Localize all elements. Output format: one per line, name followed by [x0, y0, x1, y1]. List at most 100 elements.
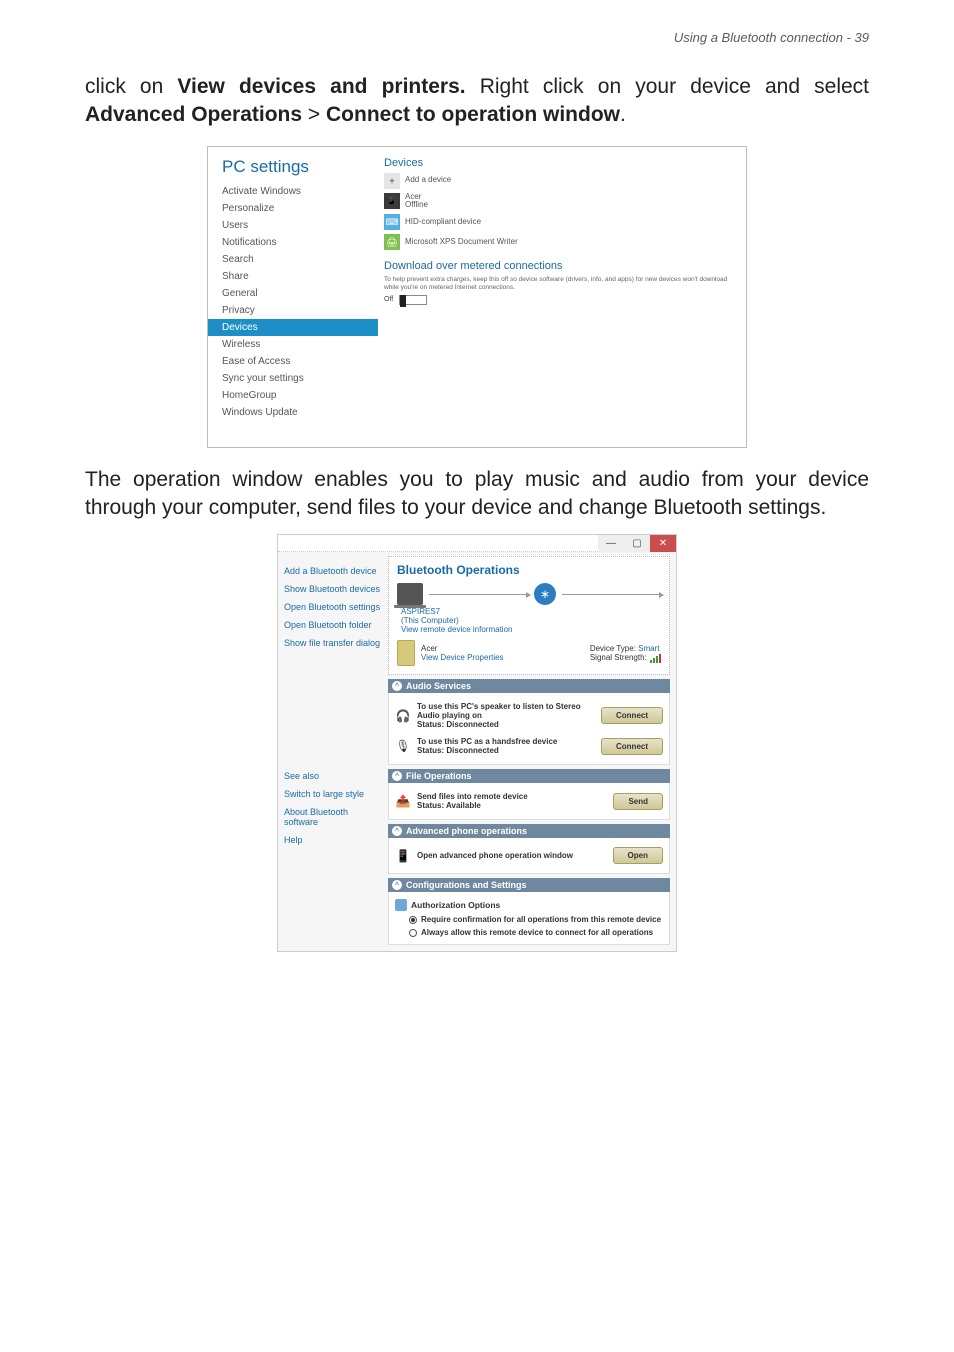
sidebar-item-windows-update[interactable]: Windows Update	[222, 404, 378, 421]
screenshot-bluetooth-operations: — ▢ ✕ Add a Bluetooth device Show Blueto…	[85, 534, 869, 952]
close-button[interactable]: ✕	[650, 535, 676, 552]
connect-stereo-button[interactable]: Connect	[601, 707, 663, 724]
plus-icon: +	[384, 173, 400, 189]
remote-device-detail: Acer View Device Properties Device Type:…	[397, 640, 661, 666]
link-open-bluetooth-folder[interactable]: Open Bluetooth folder	[284, 616, 382, 634]
chevron-up-icon: ^	[392, 826, 402, 836]
remote-phone-icon	[397, 640, 415, 666]
link-add-bluetooth-device[interactable]: Add a Bluetooth device	[284, 562, 382, 580]
device-acer-text: Acer Offline	[405, 193, 428, 211]
open-phone-window-text: Open advanced phone operation window	[417, 851, 573, 860]
connection-diagram: ∗	[397, 583, 661, 605]
signal-strength-icon	[649, 654, 661, 663]
see-also-label: See also	[284, 767, 382, 785]
audio-services-header[interactable]: ^Audio Services	[388, 679, 670, 693]
p1-mid: Right click on your device and select	[466, 75, 869, 98]
sidebar-item-devices[interactable]: Devices	[208, 319, 378, 336]
devices-section-title: Devices	[384, 157, 732, 169]
paragraph-1: click on View devices and printers. Righ…	[85, 73, 869, 130]
send-files-status: Status: Available	[417, 801, 607, 810]
configurations-title: Configurations and Settings	[406, 880, 527, 890]
metered-toggle-row: Off	[384, 295, 732, 305]
open-button[interactable]: Open	[613, 847, 663, 864]
open-phone-window-row: 📱 Open advanced phone operation window O…	[395, 843, 663, 868]
handsfree-status: Status: Disconnected	[417, 746, 595, 755]
advanced-phone-section: ^Advanced phone operations 📱 Open advanc…	[388, 824, 670, 874]
authorization-options-row: Authorization Options	[395, 897, 663, 913]
audio-services-section: ^Audio Services 🎧 To use this PC's speak…	[388, 679, 670, 765]
bluetooth-icon: ∗	[534, 583, 556, 605]
auth-option-require-label: Require confirmation for all operations …	[421, 915, 661, 924]
handsfree-row: 🎙 To use this PC as a handsfree device S…	[395, 733, 663, 759]
stereo-audio-status: Status: Disconnected	[417, 720, 595, 729]
phone-icon: 📱	[384, 193, 400, 209]
link-show-bluetooth-devices[interactable]: Show Bluetooth devices	[284, 580, 382, 598]
sidebar-item-privacy[interactable]: Privacy	[222, 302, 378, 319]
sidebar-item-notifications[interactable]: Notifications	[222, 234, 378, 251]
toggle-label: Off	[384, 296, 393, 303]
chevron-up-icon: ^	[392, 880, 402, 890]
link-help[interactable]: Help	[284, 831, 382, 849]
stereo-audio-row: 🎧 To use this PC's speaker to listen to …	[395, 698, 663, 733]
advanced-phone-header[interactable]: ^Advanced phone operations	[388, 824, 670, 838]
pc-settings-window: PC settings Activate Windows Personalize…	[207, 146, 747, 448]
configurations-header[interactable]: ^ Configurations and Settings	[388, 878, 670, 892]
headphone-icon: 🎧	[395, 708, 411, 724]
bt-left-nav: Add a Bluetooth device Show Bluetooth de…	[278, 552, 388, 951]
headset-icon: 🎙	[395, 738, 411, 754]
link-switch-to-large-style[interactable]: Switch to large style	[284, 785, 382, 803]
chevron-up-icon: ^	[392, 681, 402, 691]
page-header: Using a Bluetooth connection - 39	[85, 30, 869, 45]
sidebar-item-wireless[interactable]: Wireless	[222, 336, 378, 353]
device-hid-row[interactable]: ⌨ HID-compliant device	[384, 214, 732, 230]
link-open-bluetooth-settings[interactable]: Open Bluetooth settings	[284, 598, 382, 616]
sidebar-item-share[interactable]: Share	[222, 268, 378, 285]
send-files-row: 📤 Send files into remote device Status: …	[395, 788, 663, 814]
auth-option-always-label: Always allow this remote device to conne…	[421, 928, 653, 937]
authorization-options-title: Authorization Options	[411, 900, 500, 910]
radio-require-confirmation[interactable]	[409, 916, 417, 924]
send-file-icon: 📤	[395, 793, 411, 809]
sidebar-item-personalize[interactable]: Personalize	[222, 200, 378, 217]
file-operations-title: File Operations	[406, 771, 472, 781]
auth-option-always-row[interactable]: Always allow this remote device to conne…	[395, 926, 663, 939]
sidebar-item-sync-your-settings[interactable]: Sync your settings	[222, 370, 378, 387]
sidebar-item-search[interactable]: Search	[222, 251, 378, 268]
device-xps-text: Microsoft XPS Document Writer	[405, 238, 518, 247]
metered-toggle[interactable]	[399, 295, 427, 305]
device-xps-row[interactable]: 🖨 Microsoft XPS Document Writer	[384, 234, 732, 250]
add-device-label: Add a device	[405, 176, 451, 185]
p1-bold2: Advanced Operations	[85, 103, 302, 126]
link-about-bluetooth-software[interactable]: About Bluetooth software	[284, 803, 382, 831]
device-type-value: Smart	[638, 644, 659, 653]
add-device-row[interactable]: + Add a device	[384, 173, 732, 189]
remote-info-link[interactable]: View remote device information	[401, 625, 661, 634]
computer-sub: (This Computer)	[401, 616, 661, 625]
maximize-button[interactable]: ▢	[624, 535, 650, 552]
device-type-label: Device Type:	[590, 644, 636, 653]
link-show-file-transfer-dialog[interactable]: Show file transfer dialog	[284, 634, 382, 652]
sidebar-item-homegroup[interactable]: HomeGroup	[222, 387, 378, 404]
signal-strength-label: Signal Strength:	[590, 653, 647, 662]
laptop-icon	[397, 583, 423, 605]
sidebar-item-users[interactable]: Users	[222, 217, 378, 234]
handsfree-text: To use this PC as a handsfree device	[417, 737, 557, 746]
p1-end: .	[620, 103, 626, 126]
minimize-button[interactable]: —	[598, 535, 624, 552]
auth-option-require-row[interactable]: Require confirmation for all operations …	[395, 913, 663, 926]
connect-handsfree-button[interactable]: Connect	[601, 738, 663, 755]
remote-device-name: Acer	[421, 644, 584, 653]
bt-ops-heading: Bluetooth Operations	[397, 563, 661, 577]
sidebar-item-ease-of-access[interactable]: Ease of Access	[222, 353, 378, 370]
computer-name: ASPIRES7	[401, 607, 661, 616]
file-operations-header[interactable]: ^File Operations	[388, 769, 670, 783]
device-acer-sub: Offline	[405, 200, 428, 209]
device-acer-row[interactable]: 📱 Acer Offline	[384, 193, 732, 211]
sidebar-item-activate-windows[interactable]: Activate Windows	[222, 183, 378, 200]
view-device-properties-link[interactable]: View Device Properties	[421, 653, 584, 662]
sidebar-item-general[interactable]: General	[222, 285, 378, 302]
radio-always-allow[interactable]	[409, 929, 417, 937]
printer-icon: 🖨	[384, 234, 400, 250]
send-button[interactable]: Send	[613, 793, 663, 810]
metered-section-title: Download over metered connections	[384, 260, 732, 272]
